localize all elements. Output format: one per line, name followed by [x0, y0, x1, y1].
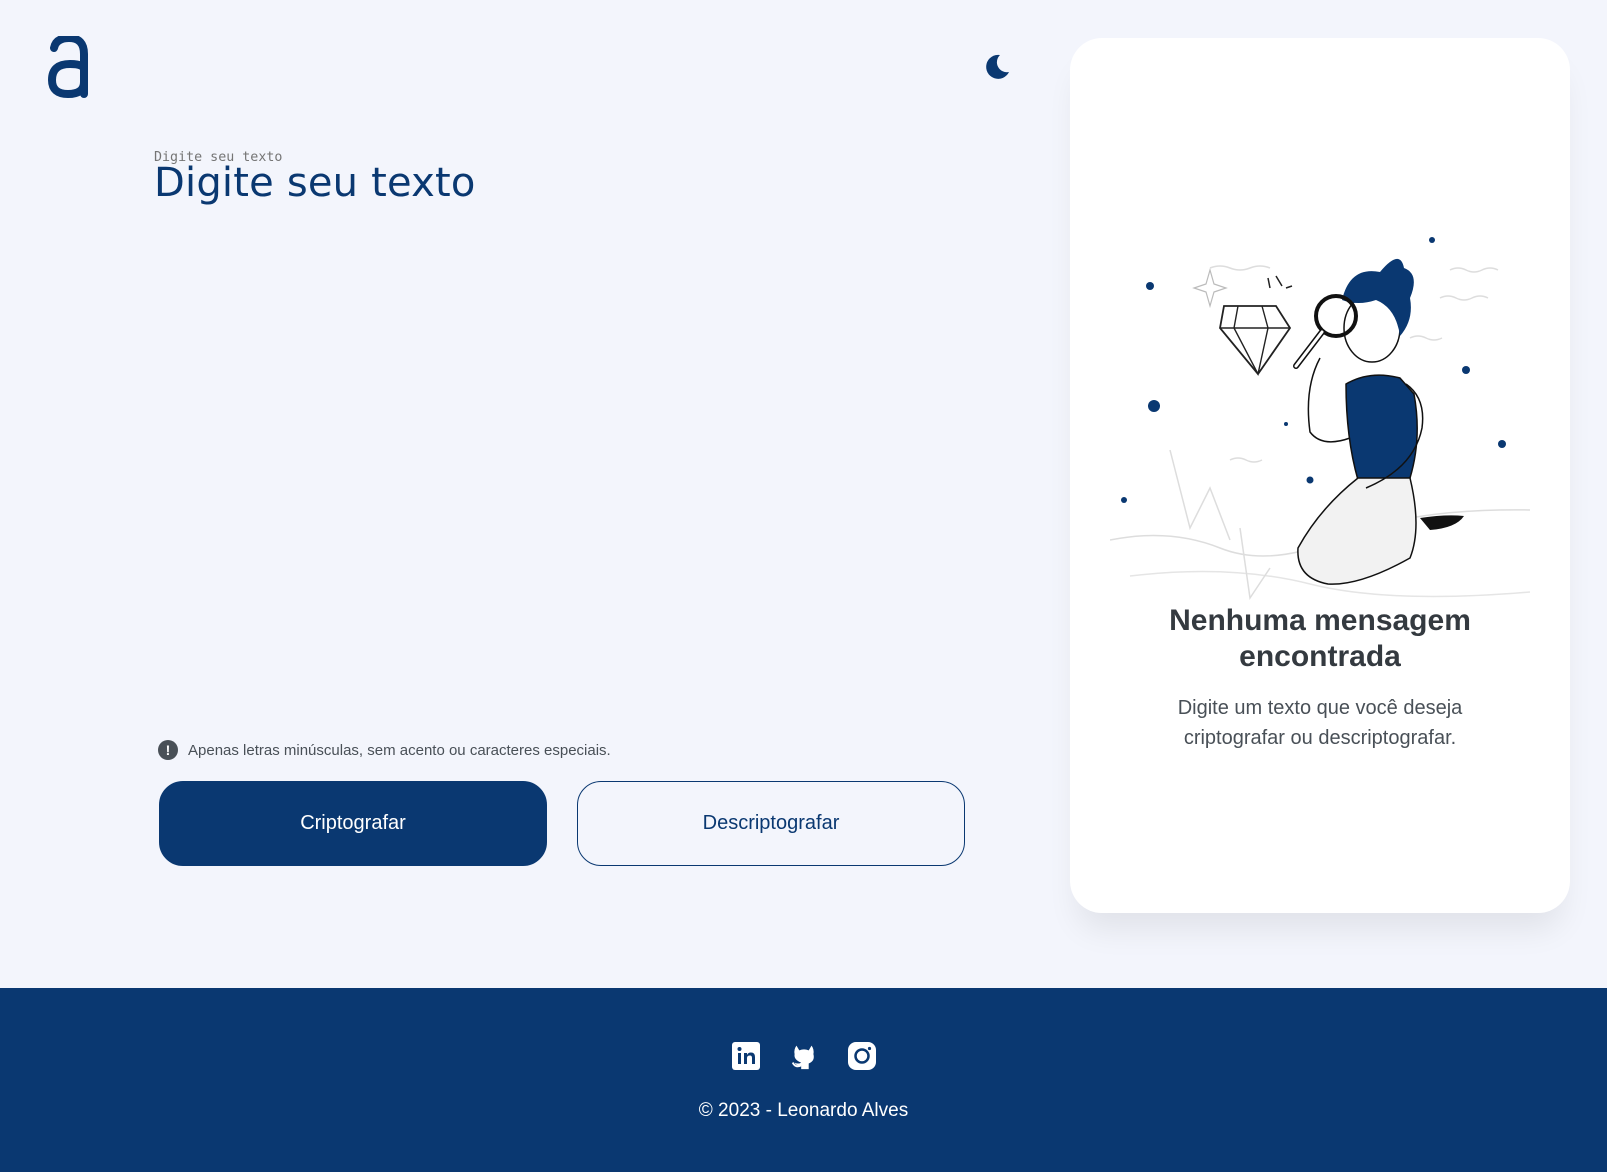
empty-state-description: Digite um texto que você deseja criptogr… [1177, 697, 1463, 749]
theme-toggle-button[interactable] [982, 52, 1012, 82]
encrypt-button[interactable]: Criptografar [159, 781, 547, 866]
text-input[interactable] [154, 150, 964, 710]
instagram-icon[interactable] [846, 1040, 878, 1072]
footer [0, 988, 1607, 1172]
github-icon[interactable] [788, 1040, 820, 1072]
exclamation-circle-icon: ! [158, 740, 178, 760]
hint-text: Apenas letras minúsculas, sem acento ou … [188, 741, 611, 759]
person-with-magnifier-illustration [1109, 188, 1540, 608]
decrypt-button[interactable]: Descriptografar [577, 781, 965, 866]
output-panel: Nenhuma mensagem encontrada Digite um te… [1070, 38, 1570, 913]
linkedin-icon[interactable] [730, 1040, 762, 1072]
alura-logo-icon[interactable] [47, 33, 90, 99]
text-input-placeholder: Digite seu texto [154, 160, 476, 206]
empty-state-title: Nenhuma mensagem encontrada [1169, 604, 1471, 673]
input-hint: ! Apenas letras minúsculas, sem acento o… [158, 740, 611, 760]
social-links [730, 1040, 878, 1072]
moon-icon [986, 54, 1009, 79]
copyright-text: © 2023 - Leonardo Alves [698, 1100, 909, 1121]
